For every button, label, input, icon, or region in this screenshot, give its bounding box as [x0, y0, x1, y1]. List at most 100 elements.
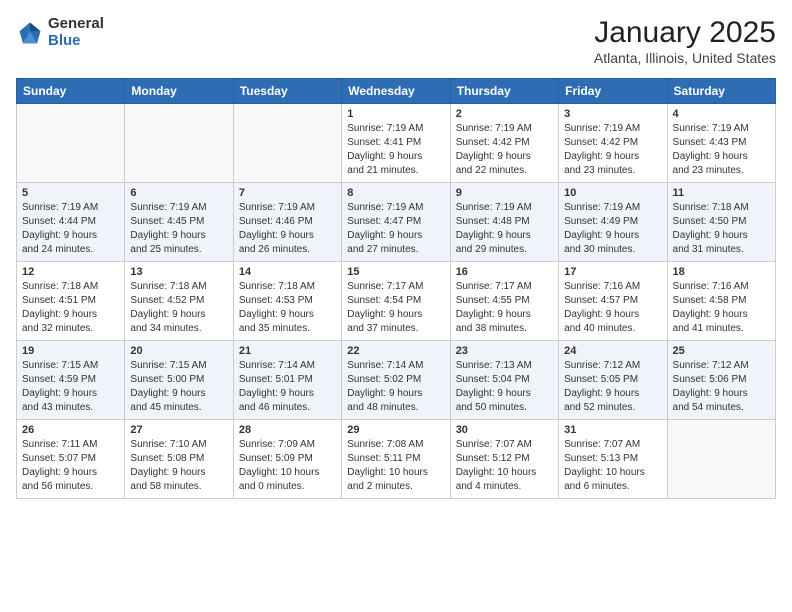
- calendar-day-cell: 9Sunrise: 7:19 AM Sunset: 4:48 PM Daylig…: [450, 183, 558, 262]
- day-info: Sunrise: 7:19 AM Sunset: 4:43 PM Dayligh…: [673, 122, 770, 178]
- weekday-header: Friday: [559, 79, 667, 104]
- day-info: Sunrise: 7:18 AM Sunset: 4:51 PM Dayligh…: [22, 280, 119, 336]
- calendar-day-cell: 31 Sunrise: 7:07 AM Sunset: 5:13 PM Dayli…: [559, 420, 667, 499]
- logo-blue-text: Blue: [48, 33, 104, 50]
- day-info: Sunrise: 7:15 AM Sunset: 4:59 PM Dayligh…: [22, 359, 119, 415]
- day-number: 18: [673, 266, 770, 278]
- day-info: Sunrise: 7:19 AM Sunset: 4:42 PM Dayligh…: [456, 122, 553, 178]
- calendar-day-cell: 6 Sunrise: 7:19 AM Sunset: 4:45 PM Daylig…: [125, 183, 233, 262]
- logo: General Blue: [16, 16, 104, 49]
- logo-general-text: General: [48, 16, 104, 33]
- calendar-day-cell: 17 Sunrise: 7:16 AM Sunset: 4:57 PM Dayli…: [559, 262, 667, 341]
- weekday-header: Saturday: [667, 79, 775, 104]
- day-number: 16: [456, 266, 553, 278]
- day-info: Sunrise: 7:19 AM Sunset: 4:41 PM Dayligh…: [347, 122, 444, 178]
- calendar-day-cell: 4 Sunrise: 7:19 AM Sunset: 4:43 PM Daylig…: [667, 104, 775, 183]
- day-info: Sunrise: 7:13 AM Sunset: 5:04 PM Dayligh…: [456, 359, 553, 415]
- weekday-header: Tuesday: [233, 79, 341, 104]
- day-number: 9: [456, 187, 553, 199]
- calendar-day-cell: 16 Sunrise: 7:17 AM Sunset: 4:55 PM Dayli…: [450, 262, 558, 341]
- day-info: Sunrise: 7:19 AM Sunset: 4:49 PM Dayligh…: [564, 201, 661, 257]
- day-info: Sunrise: 7:19 AM Sunset: 4:44 PM Dayligh…: [22, 201, 119, 257]
- weekday-row: SundayMondayTuesdayWednesdayThursdayFrid…: [17, 79, 776, 104]
- day-info: Sunrise: 7:09 AM Sunset: 5:09 PM Dayligh…: [239, 438, 336, 494]
- calendar-day-cell: 21 Sunrise: 7:14 AM Sunset: 5:01 PM Dayli…: [233, 341, 341, 420]
- day-number: 28: [239, 424, 336, 436]
- calendar-day-cell: 7Sunrise: 7:19 AM Sunset: 4:46 PM Daylig…: [233, 183, 341, 262]
- day-info: Sunrise: 7:17 AM Sunset: 4:55 PM Dayligh…: [456, 280, 553, 336]
- day-info: Sunrise: 7:19 AM Sunset: 4:42 PM Dayligh…: [564, 122, 661, 178]
- day-info: Sunrise: 7:15 AM Sunset: 5:00 PM Dayligh…: [130, 359, 227, 415]
- day-number: 7: [239, 187, 336, 199]
- calendar-week-row: 19 Sunrise: 7:15 AM Sunset: 4:59 PM Dayli…: [17, 341, 776, 420]
- day-info: Sunrise: 7:12 AM Sunset: 5:06 PM Dayligh…: [673, 359, 770, 415]
- calendar-day-cell: 25 Sunrise: 7:12 AM Sunset: 5:06 PM Dayli…: [667, 341, 775, 420]
- day-info: Sunrise: 7:19 AM Sunset: 4:47 PM Dayligh…: [347, 201, 444, 257]
- day-number: 30: [456, 424, 553, 436]
- calendar-week-row: 5 Sunrise: 7:19 AM Sunset: 4:44 PM Daylig…: [17, 183, 776, 262]
- day-info: Sunrise: 7:18 AM Sunset: 4:53 PM Dayligh…: [239, 280, 336, 336]
- day-number: 19: [22, 345, 119, 357]
- day-number: 2: [456, 108, 553, 120]
- day-number: 4: [673, 108, 770, 120]
- day-number: 29: [347, 424, 444, 436]
- day-number: 31: [564, 424, 661, 436]
- calendar-day-cell: 3 Sunrise: 7:19 AM Sunset: 4:42 PM Daylig…: [559, 104, 667, 183]
- day-number: 20: [130, 345, 227, 357]
- calendar-day-cell: 28 Sunrise: 7:09 AM Sunset: 5:09 PM Dayli…: [233, 420, 341, 499]
- calendar-day-cell: 29Sunrise: 7:08 AM Sunset: 5:11 PM Dayli…: [342, 420, 450, 499]
- day-info: Sunrise: 7:19 AM Sunset: 4:45 PM Dayligh…: [130, 201, 227, 257]
- day-number: 14: [239, 266, 336, 278]
- calendar-table: SundayMondayTuesdayWednesdayThursdayFrid…: [16, 78, 776, 499]
- day-number: 27: [130, 424, 227, 436]
- calendar-day-cell: [667, 420, 775, 499]
- calendar-day-cell: [17, 104, 125, 183]
- calendar-week-row: 12Sunrise: 7:18 AM Sunset: 4:51 PM Dayli…: [17, 262, 776, 341]
- day-info: Sunrise: 7:07 AM Sunset: 5:13 PM Dayligh…: [564, 438, 661, 494]
- calendar-day-cell: [125, 104, 233, 183]
- calendar-day-cell: 20 Sunrise: 7:15 AM Sunset: 5:00 PM Dayli…: [125, 341, 233, 420]
- day-number: 15: [347, 266, 444, 278]
- day-number: 22: [347, 345, 444, 357]
- day-number: 5: [22, 187, 119, 199]
- location-title: Atlanta, Illinois, United States: [594, 50, 776, 66]
- day-info: Sunrise: 7:10 AM Sunset: 5:08 PM Dayligh…: [130, 438, 227, 494]
- calendar-day-cell: 22Sunrise: 7:14 AM Sunset: 5:02 PM Dayli…: [342, 341, 450, 420]
- logo-text: General Blue: [48, 16, 104, 49]
- day-info: Sunrise: 7:14 AM Sunset: 5:01 PM Dayligh…: [239, 359, 336, 415]
- title-area: January 2025 Atlanta, Illinois, United S…: [594, 16, 776, 66]
- month-title: January 2025: [594, 16, 776, 50]
- day-info: Sunrise: 7:12 AM Sunset: 5:05 PM Dayligh…: [564, 359, 661, 415]
- calendar-day-cell: 10 Sunrise: 7:19 AM Sunset: 4:49 PM Dayli…: [559, 183, 667, 262]
- day-number: 6: [130, 187, 227, 199]
- calendar-day-cell: 19 Sunrise: 7:15 AM Sunset: 4:59 PM Dayli…: [17, 341, 125, 420]
- day-number: 23: [456, 345, 553, 357]
- calendar-day-cell: 18 Sunrise: 7:16 AM Sunset: 4:58 PM Dayli…: [667, 262, 775, 341]
- day-number: 8: [347, 187, 444, 199]
- day-info: Sunrise: 7:11 AM Sunset: 5:07 PM Dayligh…: [22, 438, 119, 494]
- day-number: 13: [130, 266, 227, 278]
- day-info: Sunrise: 7:16 AM Sunset: 4:58 PM Dayligh…: [673, 280, 770, 336]
- calendar-header: SundayMondayTuesdayWednesdayThursdayFrid…: [17, 79, 776, 104]
- calendar-day-cell: 2 Sunrise: 7:19 AM Sunset: 4:42 PM Daylig…: [450, 104, 558, 183]
- page-header: General Blue January 2025 Atlanta, Illin…: [16, 16, 776, 66]
- calendar-week-row: 26 Sunrise: 7:11 AM Sunset: 5:07 PM Dayli…: [17, 420, 776, 499]
- weekday-header: Monday: [125, 79, 233, 104]
- calendar-day-cell: 24 Sunrise: 7:12 AM Sunset: 5:05 PM Dayli…: [559, 341, 667, 420]
- calendar-day-cell: [233, 104, 341, 183]
- calendar-body: 1Sunrise: 7:19 AM Sunset: 4:41 PM Daylig…: [17, 104, 776, 499]
- day-info: Sunrise: 7:16 AM Sunset: 4:57 PM Dayligh…: [564, 280, 661, 336]
- weekday-header: Thursday: [450, 79, 558, 104]
- day-number: 3: [564, 108, 661, 120]
- day-number: 24: [564, 345, 661, 357]
- day-number: 21: [239, 345, 336, 357]
- calendar-day-cell: 13Sunrise: 7:18 AM Sunset: 4:52 PM Dayli…: [125, 262, 233, 341]
- day-number: 25: [673, 345, 770, 357]
- calendar-day-cell: 11Sunrise: 7:18 AM Sunset: 4:50 PM Dayli…: [667, 183, 775, 262]
- day-number: 10: [564, 187, 661, 199]
- day-number: 17: [564, 266, 661, 278]
- calendar-day-cell: 15Sunrise: 7:17 AM Sunset: 4:54 PM Dayli…: [342, 262, 450, 341]
- calendar-day-cell: 8 Sunrise: 7:19 AM Sunset: 4:47 PM Daylig…: [342, 183, 450, 262]
- calendar-day-cell: 14 Sunrise: 7:18 AM Sunset: 4:53 PM Dayli…: [233, 262, 341, 341]
- day-number: 26: [22, 424, 119, 436]
